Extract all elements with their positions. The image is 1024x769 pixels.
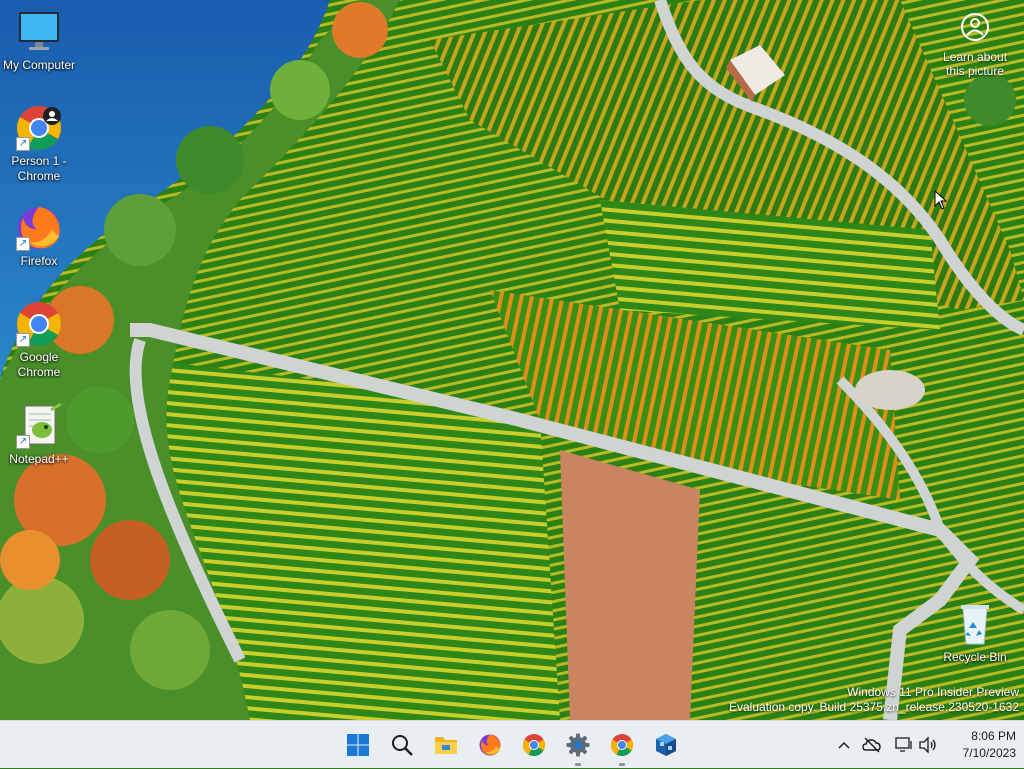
network-button[interactable] bbox=[894, 735, 914, 755]
camera-info-icon bbox=[960, 12, 990, 42]
learn-about-picture-button[interactable]: Learn about this picture bbox=[940, 12, 1010, 78]
shortcut-arrow-icon: ↗ bbox=[16, 137, 30, 151]
desktop-icon-my-computer[interactable]: My Computer bbox=[0, 8, 78, 73]
desktop-icon-firefox[interactable]: ↗ Firefox bbox=[0, 204, 78, 269]
shortcut-arrow-icon: ↗ bbox=[16, 333, 30, 347]
taskbar-file-explorer-button[interactable] bbox=[430, 729, 462, 761]
taskbar-settings-button[interactable] bbox=[562, 729, 594, 766]
network-icon bbox=[895, 737, 912, 752]
volume-button[interactable] bbox=[918, 735, 938, 755]
desktop-icon-label: My Computer bbox=[2, 58, 76, 72]
watermark-line2: Evaluation copy. Build 25375.zn_release.… bbox=[729, 700, 1019, 714]
learn-about-label: Learn about this picture bbox=[942, 50, 1008, 78]
chrome-icon: ↗ bbox=[15, 300, 63, 348]
watermark-line1: Windows 11 Pro Insider Preview bbox=[847, 685, 1019, 699]
desktop-icon-label: Recycle Bin bbox=[943, 650, 1007, 664]
mouse-cursor-icon bbox=[934, 190, 948, 210]
chevron-up-icon bbox=[838, 741, 850, 749]
system-tray: 8:06 PM 7/10/2023 bbox=[830, 721, 1024, 769]
monitor-icon bbox=[15, 8, 63, 56]
taskbar-clock[interactable]: 8:06 PM 7/10/2023 bbox=[963, 728, 1016, 762]
taskbar-firefox-button[interactable] bbox=[474, 729, 506, 761]
chrome-icon bbox=[523, 734, 545, 756]
desktop-icon-label: Notepad++ bbox=[9, 452, 69, 466]
taskbar-app-button[interactable] bbox=[650, 729, 682, 761]
taskbar-chrome-running-button[interactable] bbox=[606, 729, 638, 766]
desktop-icon-label: Google Chrome bbox=[17, 350, 61, 379]
desktop-icon-label: Person 1 - Chrome bbox=[11, 154, 67, 183]
firefox-icon bbox=[479, 734, 501, 756]
notepadpp-icon: ↗ bbox=[15, 402, 63, 450]
windows-watermark: Windows 11 Pro Insider Preview Evaluatio… bbox=[729, 685, 1019, 715]
search-icon bbox=[392, 735, 413, 756]
clock-time: 8:06 PM bbox=[971, 729, 1016, 743]
desktop-icon-recycle-bin[interactable]: Recycle Bin bbox=[936, 600, 1014, 665]
taskbar-start-button[interactable] bbox=[342, 729, 374, 761]
desktop-icon-notepadpp[interactable]: ↗ Notepad++ bbox=[0, 402, 78, 467]
running-indicator bbox=[619, 763, 625, 766]
cube-app-icon bbox=[656, 734, 676, 756]
recycle-bin-icon bbox=[951, 600, 999, 648]
desktop-icon-google-chrome[interactable]: ↗ Google Chrome bbox=[0, 300, 78, 380]
desktop-icon-person1-chrome[interactable]: ↗ Person 1 - Chrome bbox=[0, 104, 78, 184]
firefox-icon: ↗ bbox=[15, 204, 63, 252]
clock-date: 7/10/2023 bbox=[962, 746, 1016, 760]
chrome-icon bbox=[611, 734, 633, 756]
taskbar-chrome-button[interactable] bbox=[518, 729, 550, 761]
taskbar-search-button[interactable] bbox=[386, 729, 418, 761]
folder-icon bbox=[435, 737, 457, 754]
speaker-icon bbox=[919, 736, 936, 754]
chrome-icon: ↗ bbox=[15, 104, 63, 152]
desktop-icon-label: Firefox bbox=[20, 254, 58, 268]
gear-icon bbox=[566, 733, 590, 757]
taskbar: 8:06 PM 7/10/2023 bbox=[0, 720, 1024, 768]
desktop-wallpaper bbox=[0, 0, 1024, 720]
wallpaper-art bbox=[0, 0, 1024, 720]
shortcut-arrow-icon: ↗ bbox=[16, 435, 30, 449]
show-hidden-icons-button[interactable] bbox=[834, 735, 854, 755]
windows-start-icon bbox=[347, 734, 369, 756]
shortcut-arrow-icon: ↗ bbox=[16, 237, 30, 251]
cloud-off-icon bbox=[862, 737, 881, 753]
onedrive-status-button[interactable] bbox=[862, 735, 882, 755]
running-indicator bbox=[575, 763, 581, 766]
